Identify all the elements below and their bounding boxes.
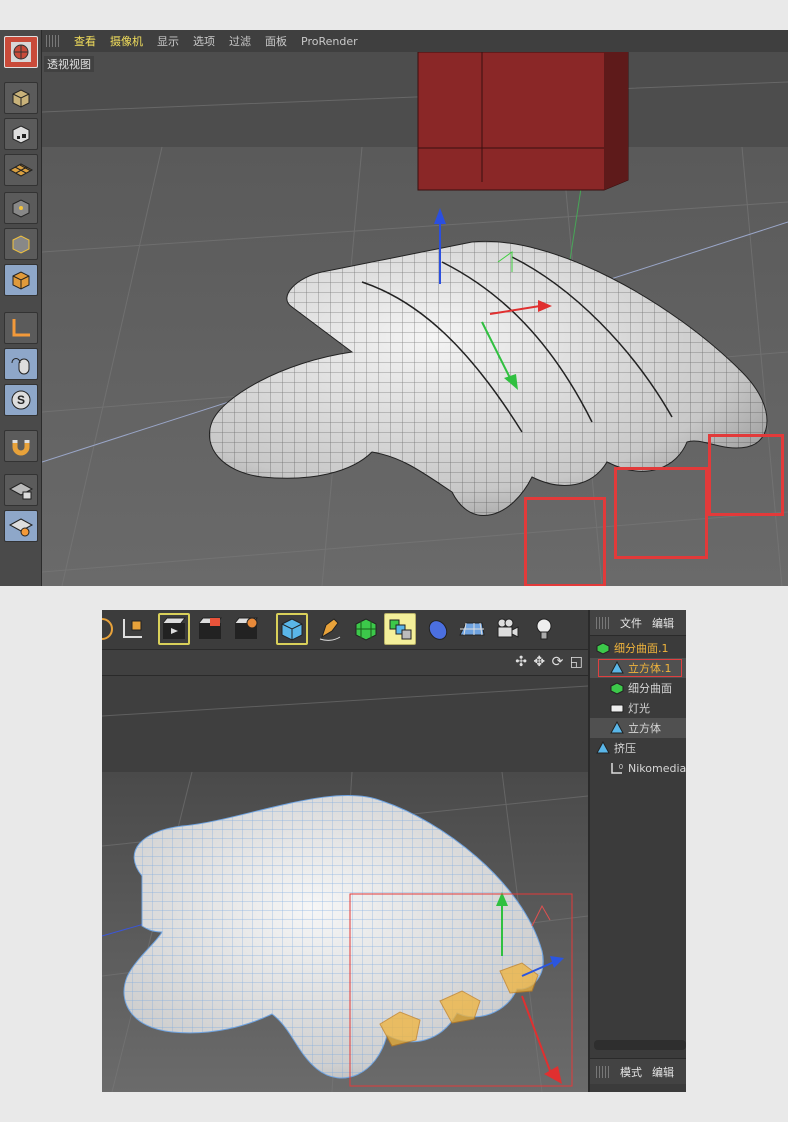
menu-options[interactable]: 选项 bbox=[193, 33, 215, 49]
lock-grid-icon[interactable] bbox=[4, 474, 38, 506]
menu-view[interactable]: 查看 bbox=[74, 33, 96, 49]
svg-text:S: S bbox=[17, 393, 25, 407]
checker-cube-icon[interactable] bbox=[4, 118, 38, 150]
menu-camera[interactable]: 摄像机 bbox=[110, 33, 143, 49]
perspective-viewport[interactable] bbox=[42, 52, 788, 586]
mouse-tweak-icon[interactable] bbox=[4, 348, 38, 380]
edge-mode-icon[interactable] bbox=[4, 228, 38, 260]
point-mode-icon[interactable] bbox=[4, 192, 38, 224]
tab-edit[interactable]: 编辑 bbox=[652, 615, 674, 631]
object-row[interactable]: 立方体 bbox=[590, 718, 686, 738]
deformer-icon[interactable] bbox=[422, 613, 454, 645]
top-screenshot: S 查看 摄像机 显示 选项 过滤 面板 ProRender 透视视图 bbox=[0, 30, 788, 586]
svg-text:0: 0 bbox=[619, 764, 623, 771]
object-name: 挤压 bbox=[614, 742, 636, 755]
object-row[interactable]: 0 Nikomedias bbox=[590, 758, 686, 778]
viewport-header: ✣ ✥ ⟳ ◱ bbox=[102, 650, 588, 676]
subdivision-icon[interactable] bbox=[350, 613, 382, 645]
menu-panel[interactable]: 面板 bbox=[265, 33, 287, 49]
polygon-mode-icon[interactable] bbox=[4, 264, 38, 296]
object-row[interactable]: 细分曲面 bbox=[590, 678, 686, 698]
object-manager-tabs: 文件 编辑 bbox=[590, 610, 686, 636]
drag-grip[interactable] bbox=[596, 1065, 610, 1078]
workplane-icon[interactable] bbox=[4, 510, 38, 542]
subdivision-icon bbox=[610, 682, 624, 695]
command-palette bbox=[102, 610, 588, 650]
cube-edit-icon[interactable] bbox=[4, 82, 38, 114]
left-toolbar: S bbox=[0, 30, 42, 586]
tab-file[interactable]: 文件 bbox=[620, 615, 642, 631]
highlight-box-2 bbox=[614, 467, 708, 559]
null-icon: 0 bbox=[611, 763, 623, 774]
camera-icon[interactable] bbox=[492, 613, 524, 645]
menu-prorender[interactable]: ProRender bbox=[301, 35, 358, 48]
highlight-box-3 bbox=[708, 434, 784, 516]
array-icon[interactable] bbox=[384, 613, 416, 645]
object-name: 细分曲面 bbox=[628, 682, 672, 695]
object-manager: 文件 编辑 细分曲面.1 立方体.1 细分曲面 灯光 立方体 挤压 0 Niko… bbox=[588, 610, 686, 1092]
snap-s-icon[interactable]: S bbox=[4, 384, 38, 416]
viewport-menubar: 查看 摄像机 显示 选项 过滤 面板 ProRender bbox=[42, 30, 788, 52]
cube-icon bbox=[610, 721, 624, 734]
tab-mode[interactable]: 模式 bbox=[620, 1064, 642, 1080]
object-row[interactable]: 挤压 bbox=[590, 738, 686, 758]
horizontal-scrollbar[interactable] bbox=[594, 1040, 686, 1050]
highlight-box bbox=[598, 659, 682, 677]
viewport-scene-2 bbox=[102, 676, 588, 1092]
drag-grip[interactable] bbox=[46, 35, 60, 47]
cube-icon[interactable] bbox=[276, 613, 308, 645]
axis-icon[interactable] bbox=[116, 613, 148, 645]
magnet-icon[interactable] bbox=[4, 430, 38, 462]
render-view-icon[interactable] bbox=[158, 613, 190, 645]
grid-plane-icon[interactable] bbox=[4, 154, 38, 186]
pen-icon[interactable] bbox=[314, 613, 346, 645]
object-name: 灯光 bbox=[628, 702, 650, 715]
render-picture-icon[interactable] bbox=[194, 613, 226, 645]
light-icon bbox=[610, 704, 624, 713]
tab-edit-2[interactable]: 编辑 bbox=[652, 1064, 674, 1080]
object-row-selected[interactable]: 立方体.1 bbox=[590, 658, 686, 678]
extrude-icon bbox=[596, 741, 610, 754]
object-list: 细分曲面.1 立方体.1 细分曲面 灯光 立方体 挤压 0 Nikomedias bbox=[590, 636, 686, 778]
object-name: Nikomedias bbox=[628, 761, 686, 775]
highlight-box-1 bbox=[524, 497, 606, 586]
floor-icon[interactable] bbox=[456, 613, 488, 645]
axis-icon[interactable] bbox=[4, 312, 38, 344]
light-icon[interactable] bbox=[528, 613, 560, 645]
object-name: 细分曲面.1 bbox=[614, 642, 669, 655]
perspective-viewport-2[interactable] bbox=[102, 676, 588, 1092]
attribute-manager-tabs: 模式 编辑 bbox=[590, 1058, 686, 1084]
menu-filter[interactable]: 过滤 bbox=[229, 33, 251, 49]
viewport-icon[interactable] bbox=[4, 36, 38, 68]
subdivision-icon bbox=[596, 642, 610, 655]
object-row[interactable]: 灯光 bbox=[590, 698, 686, 718]
menu-display[interactable]: 显示 bbox=[157, 33, 179, 49]
bottom-screenshot: ✣ ✥ ⟳ ◱ 文件 编辑 细分曲面.1 立方体.1 细分曲面 灯光 立方体 挤… bbox=[102, 610, 686, 1092]
object-row[interactable]: 细分曲面.1 bbox=[590, 638, 686, 658]
viewport-nav-icons[interactable]: ✣ ✥ ⟳ ◱ bbox=[515, 654, 584, 670]
viewport-label: 透视视图 bbox=[44, 56, 94, 72]
render-settings-icon[interactable] bbox=[230, 613, 262, 645]
object-name: 立方体 bbox=[628, 722, 661, 735]
drag-grip[interactable] bbox=[596, 616, 610, 629]
